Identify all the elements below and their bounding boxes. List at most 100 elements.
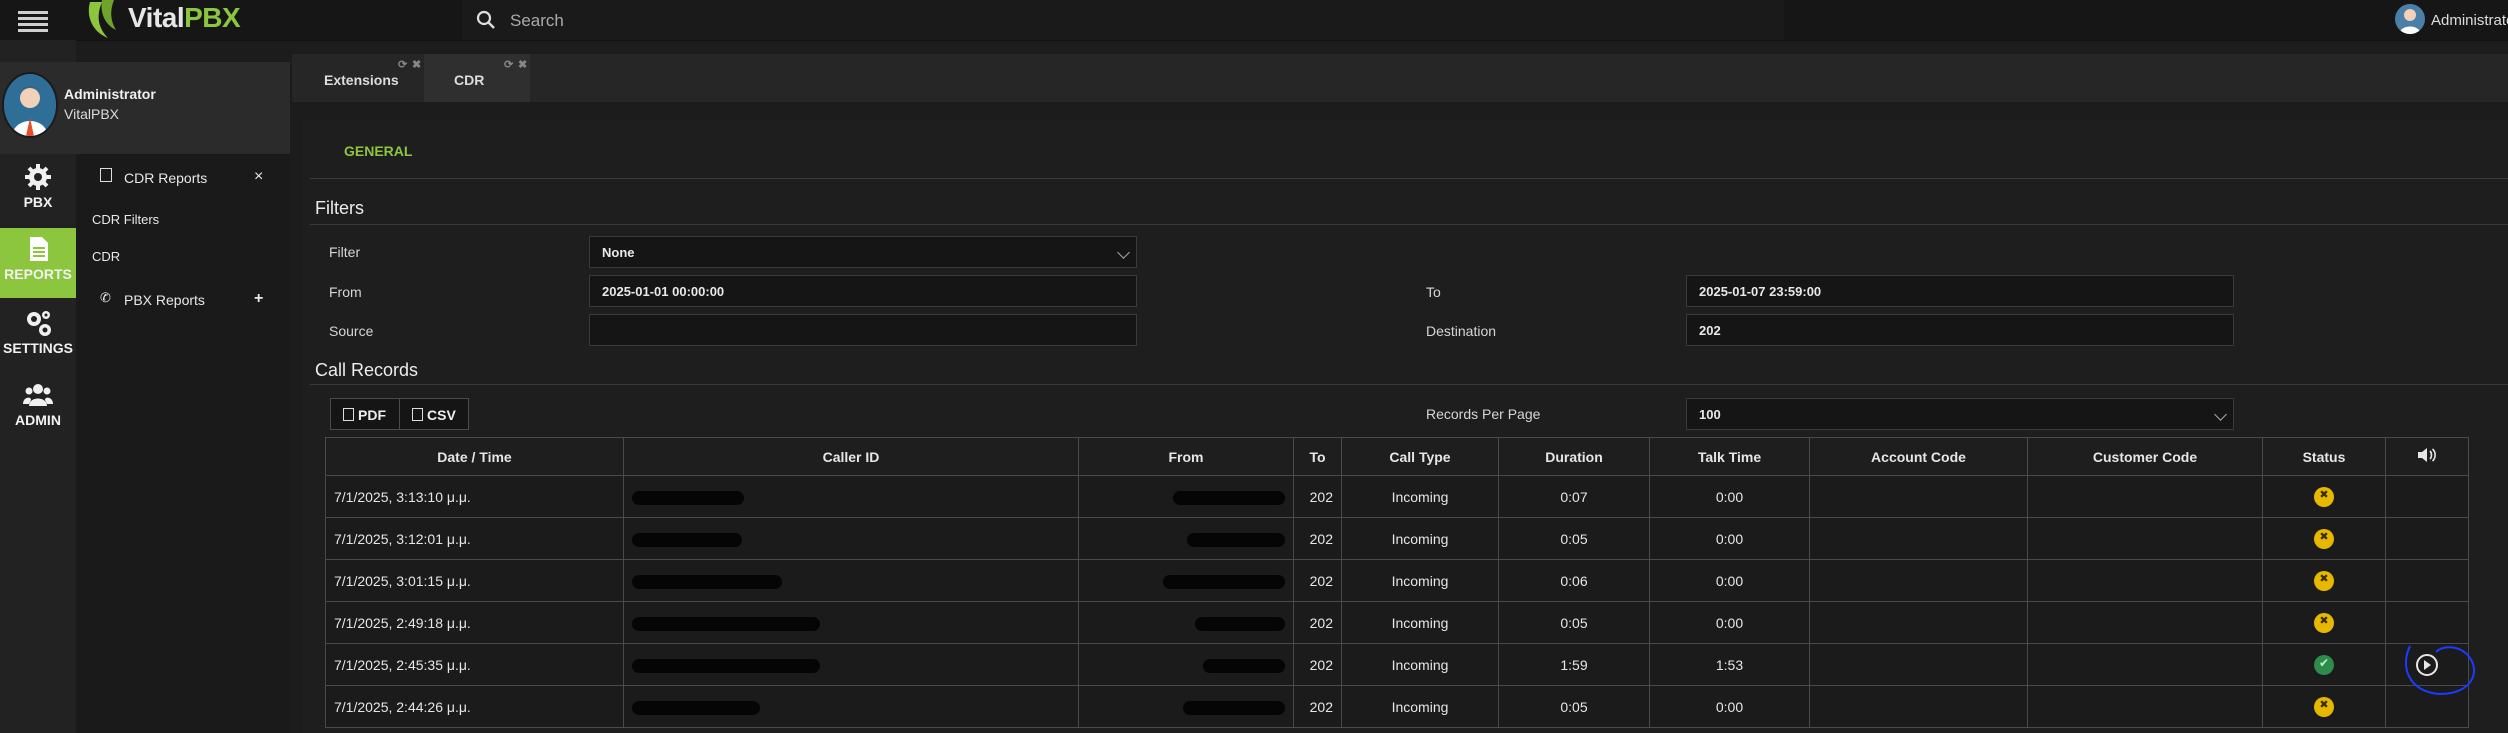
tab-general[interactable]: GENERAL <box>328 134 428 179</box>
cell-duration: 0:07 <box>1498 475 1650 518</box>
profile-name: Administrator <box>64 86 156 102</box>
from-date-field[interactable]: 2025-01-01 00:00:00 <box>589 275 1137 307</box>
cell-call-type: Incoming <box>1341 685 1499 728</box>
cell-duration: 0:05 <box>1498 685 1650 728</box>
cell-to: 202 <box>1293 685 1342 728</box>
nav-item-reports[interactable]: REPORTS <box>0 228 76 298</box>
cdr-reports-label: CDR Reports <box>124 170 208 186</box>
records-per-page-label: Records Per Page <box>1426 406 1541 422</box>
divider <box>310 384 2508 385</box>
vitalpbx-logo[interactable]: VitalPBX <box>82 0 252 40</box>
cell-status <box>2262 601 2386 644</box>
cell-status <box>2262 685 2386 728</box>
redacted-from <box>1173 490 1285 505</box>
redacted-from <box>1203 658 1285 673</box>
cell-talk-time: 1:53 <box>1649 643 1810 686</box>
document-icon <box>30 237 48 261</box>
pbx-reports-label: PBX Reports <box>124 292 205 308</box>
tab-cdr[interactable]: CDR ⟳ ✖ <box>424 54 530 102</box>
redacted-from <box>1187 532 1285 547</box>
sidebar-item-cdr[interactable]: CDR <box>92 249 120 264</box>
tab-bar: Extensions ⟳ ✖ CDR ⟳ ✖ <box>292 54 2508 102</box>
cell-caller-id <box>623 475 1079 518</box>
redacted-from <box>1183 700 1285 715</box>
users-icon <box>23 384 53 406</box>
cell-talk-time: 0:00 <box>1649 517 1810 560</box>
sidebar-item-cdr-filters[interactable]: CDR Filters <box>92 212 159 227</box>
search-input[interactable]: Search <box>510 11 564 31</box>
close-submenu-button[interactable]: × <box>254 168 263 186</box>
cell-duration: 0:05 <box>1498 601 1650 644</box>
top-user-name: Administrator <box>2431 12 2508 29</box>
records-per-page-select[interactable]: 100 <box>1686 398 2234 430</box>
pdf-label: PDF <box>358 407 386 423</box>
search-icon[interactable] <box>476 10 496 30</box>
search-bar[interactable] <box>462 0 1784 40</box>
column-header-caller-id[interactable]: Caller ID <box>623 437 1079 476</box>
logo-swoosh-icon <box>88 0 116 38</box>
redacted-caller-id <box>632 574 782 589</box>
nav-label: SETTINGS <box>2 340 73 356</box>
column-header-status[interactable]: Status <box>2262 437 2386 476</box>
cell-call-type: Incoming <box>1341 601 1499 644</box>
redacted-from <box>1163 574 1285 589</box>
table-row[interactable]: 7/1/2025, 3:12:01 μ.μ. 202 Incoming 0:05… <box>325 517 2469 560</box>
source-field[interactable] <box>589 314 1137 346</box>
speaker-icon <box>2418 448 2436 462</box>
unanswered-status-icon <box>2314 696 2334 717</box>
column-header-account-code[interactable]: Account Code <box>1809 437 2028 476</box>
refresh-icon[interactable]: ⟳ <box>398 58 407 71</box>
cell-recording <box>2385 475 2469 518</box>
export-pdf-button[interactable]: PDF <box>330 398 400 430</box>
hamburger-menu-icon[interactable] <box>18 8 48 32</box>
filter-label: Filter <box>329 244 361 260</box>
table-row[interactable]: 7/1/2025, 2:45:35 μ.μ. 202 Incoming 1:59… <box>325 643 2469 686</box>
table-row[interactable]: 7/1/2025, 3:01:15 μ.μ. 202 Incoming 0:06… <box>325 559 2469 602</box>
filter-select[interactable]: None <box>589 236 1137 268</box>
tab-extensions[interactable]: Extensions ⟳ ✖ <box>292 54 422 102</box>
table-row[interactable]: 7/1/2025, 2:44:26 μ.μ. 202 Incoming 0:05… <box>325 685 2469 728</box>
nav-item-settings[interactable]: SETTINGS <box>0 302 76 372</box>
cell-call-type: Incoming <box>1341 475 1499 518</box>
to-date-field[interactable]: 2025-01-07 23:59:00 <box>1686 275 2234 307</box>
avatar <box>2395 4 2425 34</box>
cell-status <box>2262 475 2386 518</box>
refresh-icon[interactable]: ⟳ <box>504 58 513 71</box>
column-header-call-type[interactable]: Call Type <box>1341 437 1499 476</box>
annotation-circle <box>2405 645 2475 696</box>
nav-item-admin[interactable]: ADMIN <box>0 374 76 444</box>
records-per-page-value: 100 <box>1699 407 1721 422</box>
pdf-file-icon <box>343 408 354 421</box>
filter-select-value: None <box>602 245 635 260</box>
column-header-talk-time[interactable]: Talk Time <box>1649 437 1810 476</box>
cell-talk-time: 0:00 <box>1649 475 1810 518</box>
redacted-from <box>1195 616 1285 631</box>
filters-title: Filters <box>315 198 364 218</box>
cell-talk-time: 0:00 <box>1649 685 1810 728</box>
unanswered-status-icon <box>2314 612 2334 633</box>
column-header-to[interactable]: To <box>1293 437 1342 476</box>
top-bar: VitalPBX Search Administrator <box>0 0 2508 41</box>
table-row[interactable]: 7/1/2025, 2:49:18 μ.μ. 202 Incoming 0:05… <box>325 601 2469 644</box>
export-csv-button[interactable]: CSV <box>399 398 469 430</box>
column-header-from[interactable]: From <box>1078 437 1294 476</box>
column-header-customer-code[interactable]: Customer Code <box>2027 437 2263 476</box>
nav-item-pbx[interactable]: PBX <box>0 156 76 226</box>
column-header-date-time[interactable]: Date / Time <box>325 437 624 476</box>
cell-caller-id <box>623 643 1079 686</box>
column-header-duration[interactable]: Duration <box>1498 437 1650 476</box>
user-profile: Administrator VitalPBX <box>0 62 290 154</box>
cell-account-code <box>1809 643 2028 686</box>
logo-text-vital: Vital <box>128 2 185 33</box>
cell-account-code <box>1809 475 2028 518</box>
expand-pbx-reports-button[interactable]: + <box>254 290 263 308</box>
destination-field[interactable]: 202 <box>1686 314 2234 346</box>
cell-status <box>2262 559 2386 602</box>
cell-date-time: 7/1/2025, 3:01:15 μ.μ. <box>325 559 624 602</box>
cell-caller-id <box>623 517 1079 560</box>
chevron-down-icon <box>2214 408 2227 421</box>
close-icon[interactable]: ✖ <box>412 58 421 71</box>
cell-customer-code <box>2027 601 2263 644</box>
table-row[interactable]: 7/1/2025, 3:13:10 μ.μ. 202 Incoming 0:07… <box>325 475 2469 518</box>
close-icon[interactable]: ✖ <box>518 58 527 71</box>
